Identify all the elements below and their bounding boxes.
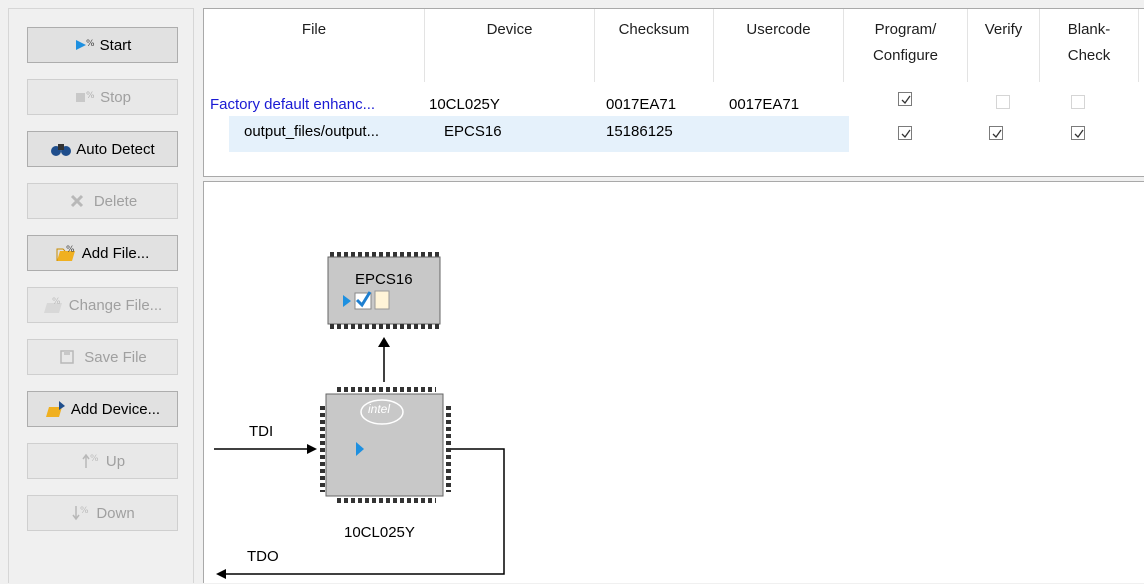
device-cell: 10CL025Y: [429, 96, 500, 113]
tdi-label: TDI: [249, 423, 274, 440]
delete-button[interactable]: Delete: [27, 183, 178, 219]
program-checkbox[interactable]: [898, 126, 912, 140]
change-file-icon: %: [43, 296, 65, 314]
up-arrow-icon: %: [80, 452, 102, 470]
svg-text:%: %: [66, 245, 75, 255]
device-table: File Device Checksum Usercode Program/ C…: [203, 8, 1144, 177]
up-button[interactable]: % Up: [27, 443, 178, 479]
auto-detect-button[interactable]: Auto Detect: [27, 131, 178, 167]
change-file-button[interactable]: % Change File...: [27, 287, 178, 323]
binoculars-icon: [50, 140, 72, 158]
add-file-label: Add File...: [81, 244, 150, 262]
save-file-label: Save File: [84, 348, 147, 366]
column-header-usercode[interactable]: Usercode: [714, 9, 844, 82]
program-checkbox[interactable]: [898, 92, 912, 106]
column-header-file[interactable]: File: [204, 9, 425, 82]
blank-check-checkbox[interactable]: [1071, 126, 1085, 140]
stop-icon: %: [74, 88, 96, 106]
verify-checkbox[interactable]: [989, 126, 1003, 140]
add-device-button[interactable]: Add Device...: [27, 391, 178, 427]
down-arrow-icon: %: [70, 504, 92, 522]
delete-label: Delete: [93, 192, 138, 210]
down-label: Down: [96, 504, 135, 522]
add-device-label: Add Device...: [70, 400, 161, 418]
column-header-device[interactable]: Device: [425, 9, 595, 82]
fpga-label: 10CL025Y: [344, 524, 415, 541]
svg-text:%: %: [52, 297, 61, 307]
start-icon: %: [74, 36, 96, 54]
file-cell: Factory default enhanc...: [210, 96, 376, 113]
add-file-button[interactable]: % Add File...: [27, 235, 178, 271]
change-file-label: Change File...: [68, 296, 163, 314]
epcs16-chip[interactable]: [327, 252, 441, 329]
file-cell: output_files/output...: [244, 123, 380, 140]
up-label: Up: [105, 452, 126, 470]
usercode-cell: 0017EA71: [729, 96, 800, 113]
svg-text:%: %: [86, 91, 95, 101]
delete-icon: [68, 192, 90, 210]
table-row[interactable]: output_files/output... EPCS16 15186125: [204, 116, 1144, 152]
svg-text:%: %: [86, 39, 95, 49]
start-button[interactable]: % Start: [27, 27, 178, 63]
svg-text:%: %: [90, 454, 99, 464]
down-button[interactable]: % Down: [27, 495, 178, 531]
svg-text:%: %: [80, 506, 89, 516]
stop-label: Stop: [100, 88, 131, 106]
intel-logo: intel: [368, 402, 391, 416]
save-icon: [58, 348, 80, 366]
toolbar-panel: % Start % Stop Auto Detect Delete % Add …: [8, 8, 194, 583]
verify-checkbox[interactable]: [996, 95, 1010, 109]
checksum-cell: 0017EA71: [606, 96, 677, 113]
auto-detect-label: Auto Detect: [76, 140, 155, 158]
jtag-chain-diagram: EPCS16 intel 10CL025Y TDI TDO: [203, 181, 1144, 583]
column-header-program-configure[interactable]: Program/ Configure: [844, 9, 968, 82]
checksum-cell: 15186125: [606, 123, 673, 140]
stop-button[interactable]: % Stop: [27, 79, 178, 115]
save-file-button[interactable]: Save File: [27, 339, 178, 375]
start-label: Start: [99, 36, 132, 54]
column-header-verify[interactable]: Verify: [968, 9, 1040, 82]
blank-check-checkbox[interactable]: [1071, 95, 1085, 109]
add-device-icon: [45, 400, 67, 418]
config-arrow-head: [378, 337, 390, 347]
epcs16-label: EPCS16: [355, 271, 413, 288]
tdo-label: TDO: [247, 548, 279, 565]
column-header-blank-check[interactable]: Blank- Check: [1040, 9, 1139, 82]
device-cell: EPCS16: [444, 123, 502, 140]
add-file-icon: %: [56, 244, 78, 262]
column-header-checksum[interactable]: Checksum: [595, 9, 714, 82]
